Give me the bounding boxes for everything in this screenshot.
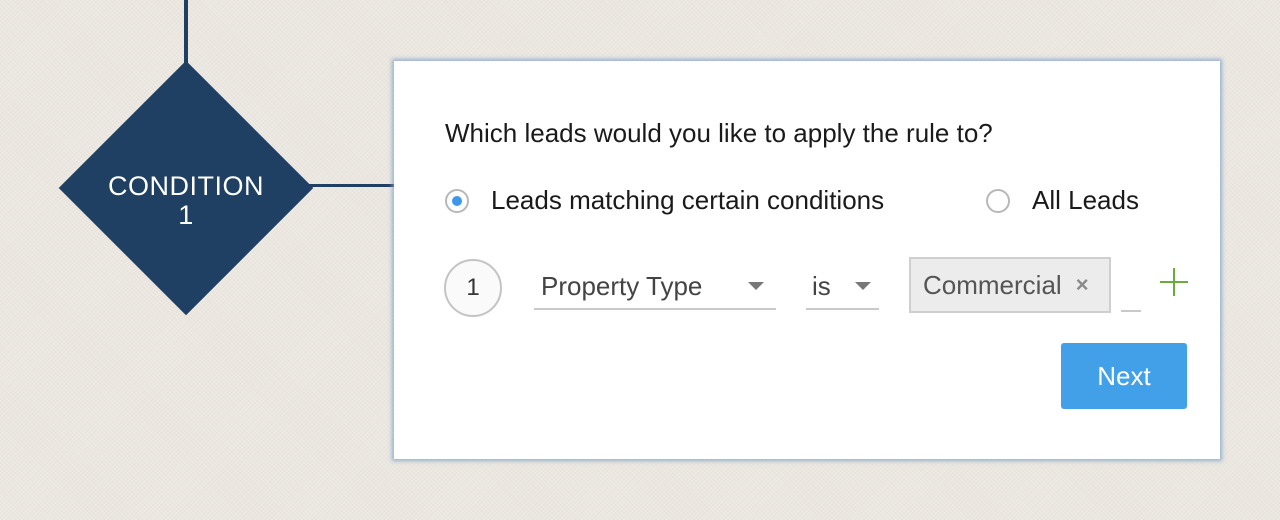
next-button[interactable]: Next (1061, 343, 1187, 409)
value-tag: Commercial × (909, 257, 1111, 313)
condition-node-title: CONDITION (108, 171, 264, 201)
criteria-index-badge: 1 (444, 259, 502, 317)
flow-connector-top (184, 0, 188, 66)
radio-all-leads-label: All Leads (1032, 185, 1139, 215)
value-input[interactable] (1121, 310, 1141, 312)
radio-matching-conditions[interactable]: Leads matching certain conditions (445, 185, 884, 216)
remove-tag-icon[interactable]: × (1076, 272, 1089, 298)
condition-node-number: 1 (178, 200, 194, 230)
panel-question: Which leads would you like to apply the … (445, 118, 993, 148)
radio-all-leads[interactable]: All Leads (986, 185, 1139, 216)
radio-selected-icon[interactable] (445, 188, 469, 213)
condition-panel: Which leads would you like to apply the … (394, 61, 1220, 459)
add-criteria-icon[interactable] (1160, 268, 1188, 296)
operator-select[interactable]: is (806, 264, 879, 310)
radio-unselected-icon[interactable] (986, 188, 1010, 213)
chevron-down-icon[interactable] (748, 282, 764, 290)
flow-connector-right (305, 184, 395, 187)
condition-node-label: CONDITION 1 (86, 172, 286, 230)
chevron-down-icon[interactable] (855, 282, 871, 290)
field-select[interactable]: Property Type (534, 264, 776, 310)
radio-matching-conditions-label: Leads matching certain conditions (491, 185, 885, 215)
operator-select-value: is (812, 270, 831, 301)
value-tag-label: Commercial (923, 269, 1062, 300)
field-select-value: Property Type (541, 270, 703, 301)
